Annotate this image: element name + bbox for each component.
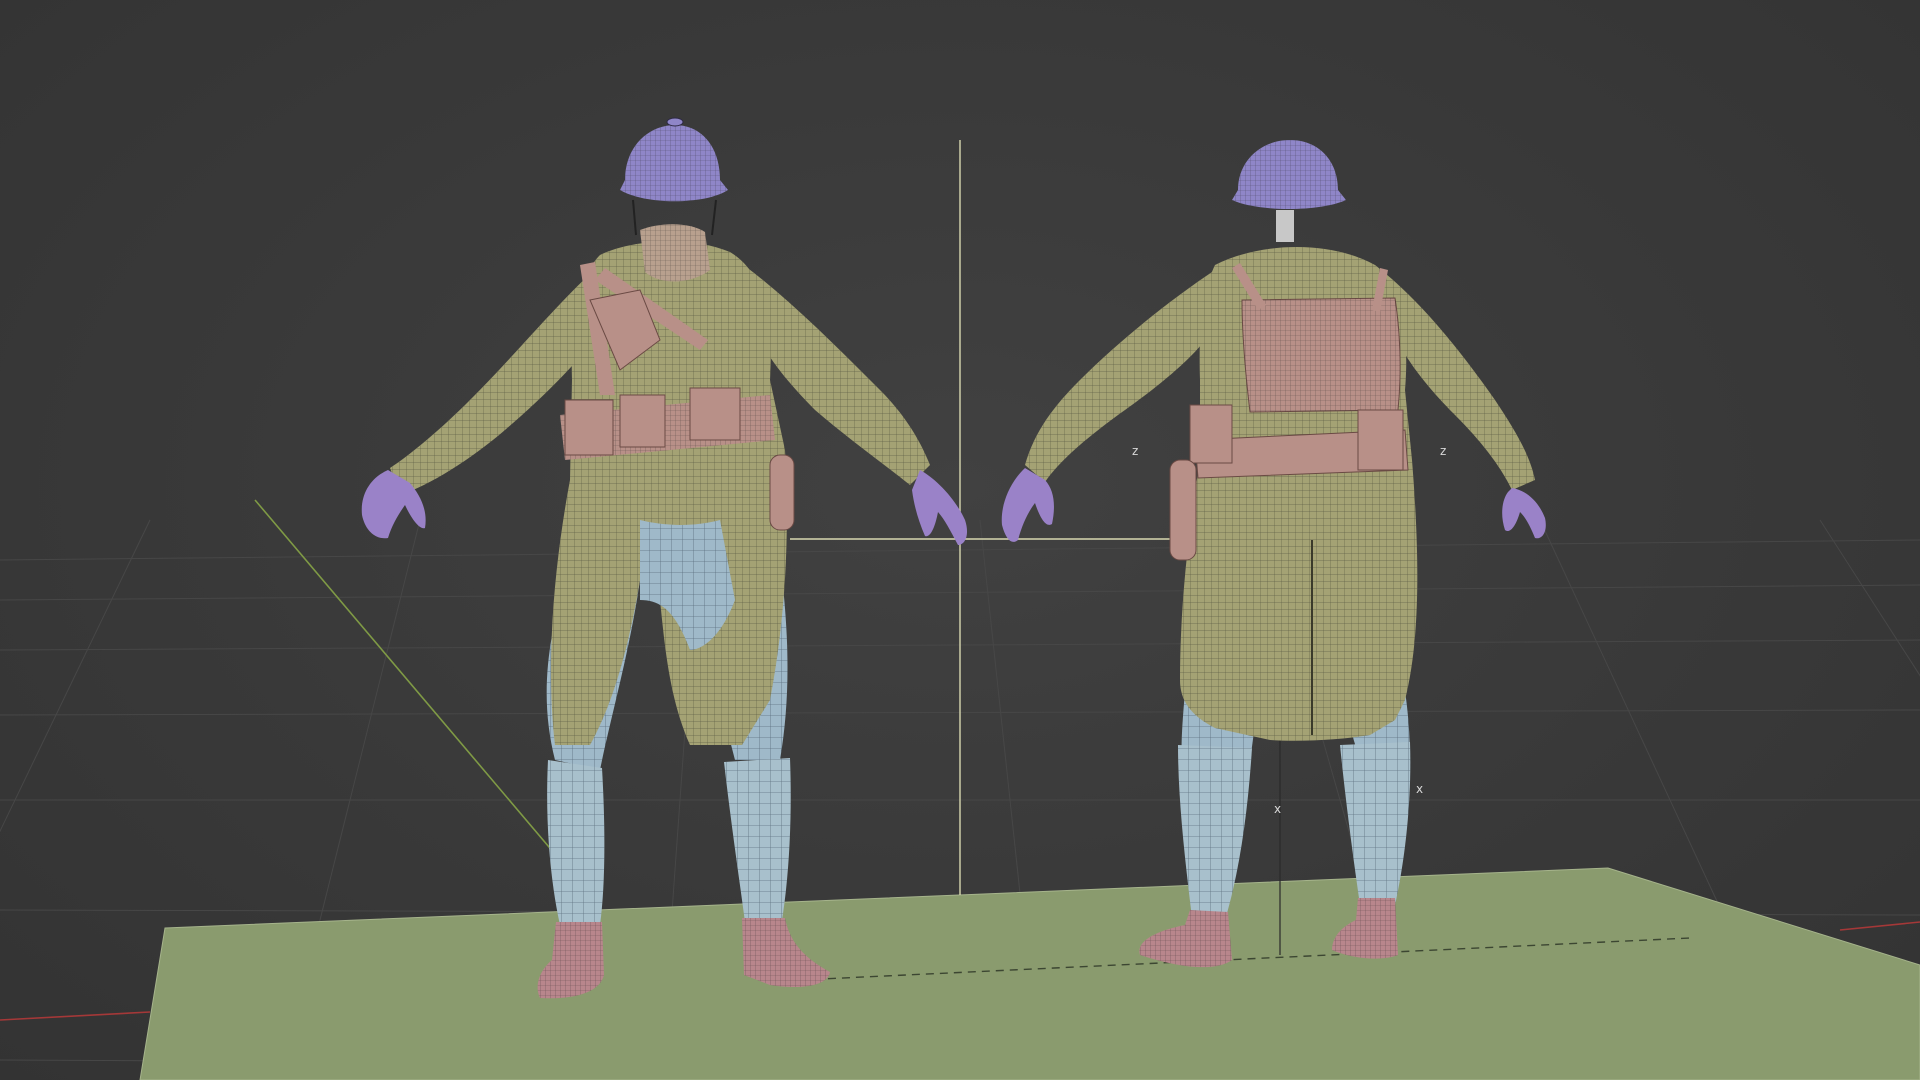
x-axis-line-left <box>0 1011 151 1021</box>
front-pouch-3 <box>689 387 741 441</box>
front-pouch-2 <box>619 394 666 448</box>
front-right-glove <box>912 470 968 545</box>
back-pouch-left <box>1189 404 1233 464</box>
soldier-front-model[interactable] <box>361 117 968 999</box>
3d-viewport[interactable]: z x z x <box>0 0 1920 1080</box>
front-pouch-1 <box>564 399 614 456</box>
front-canteen <box>769 454 795 531</box>
back-canteen <box>1169 459 1197 561</box>
empty-2-label-z: z <box>1440 444 1446 458</box>
back-pouch-right <box>1357 409 1404 471</box>
empty-1-label-x: x <box>1274 802 1281 816</box>
x-axis-line-right <box>1839 921 1920 931</box>
ground-plane[interactable] <box>139 867 1920 1080</box>
scene-canvas[interactable]: z x z x <box>0 0 1920 1080</box>
y-axis-line <box>254 499 561 861</box>
empty-1-label-z: z <box>1132 444 1138 458</box>
empty-marker-2[interactable]: z x <box>1416 444 1446 796</box>
empty-2-label-x: x <box>1416 782 1423 796</box>
soldier-back-model[interactable] <box>1001 140 1546 968</box>
back-right-glove <box>1502 488 1546 539</box>
